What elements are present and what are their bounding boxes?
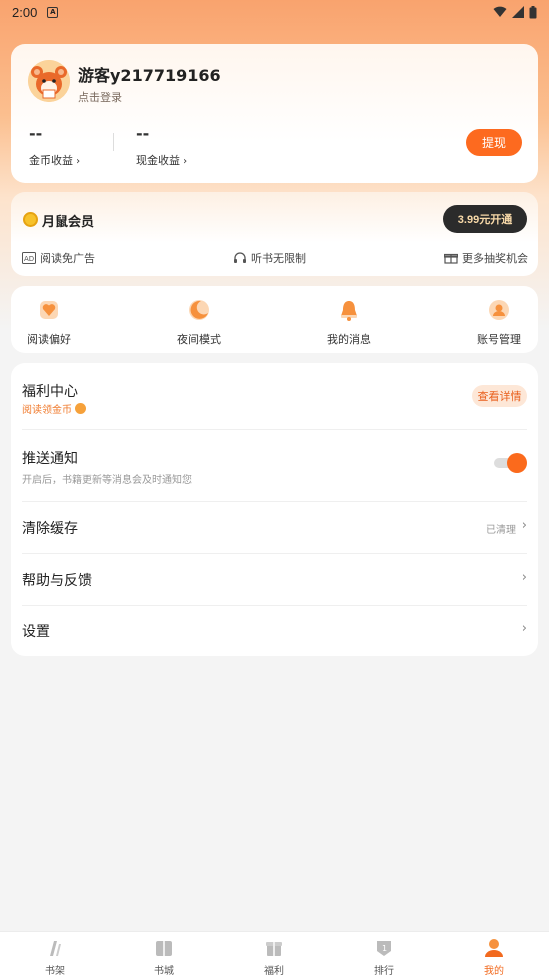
vip-perk-label: 听书无限制 — [251, 252, 306, 265]
quick-actions-card: 阅读偏好 夜间模式 我的消息 账号管理 — [11, 286, 538, 353]
account-management-button[interactable]: 账号管理 — [459, 298, 539, 347]
gift-icon — [444, 253, 458, 264]
welfare-subtitle-text: 阅读领金币 — [22, 405, 72, 416]
cash-earnings-link[interactable]: 现金收益 › — [136, 152, 187, 168]
tab-bookshelf[interactable]: 书架 — [25, 938, 85, 977]
reading-preference-button[interactable]: 阅读偏好 — [9, 298, 89, 347]
settings-row[interactable]: 设置 › — [11, 606, 538, 656]
tab-label: 福利 — [264, 966, 284, 977]
vip-coin-icon — [23, 212, 38, 227]
user-card: 游客y217719166 点击登录 -- 金币收益 › -- 现金收益 › 提现 — [11, 44, 538, 183]
cash-earnings-label: 现金收益 — [136, 154, 180, 167]
chevron-right-icon: › — [521, 518, 527, 533]
clear-cache-row[interactable]: 清除缓存 已清理 › — [11, 502, 538, 553]
stat-divider — [113, 133, 114, 151]
my-messages-button[interactable]: 我的消息 — [309, 298, 389, 347]
night-mode-button[interactable]: 夜间模式 — [159, 298, 239, 347]
settings-list: 福利中心 阅读领金币 查看详情 推送通知 开启后，书籍更新等消息会及时通知您 清… — [11, 363, 538, 656]
tab-label: 我的 — [484, 966, 504, 977]
login-link[interactable]: 点击登录 — [78, 89, 122, 105]
help-feedback-row[interactable]: 帮助与反馈 › — [11, 554, 538, 605]
welfare-center-subtitle: 阅读领金币 — [22, 401, 87, 416]
vip-perk-label: 阅读免广告 — [40, 252, 95, 265]
ranking-icon: 1 — [377, 941, 391, 956]
status-bar: 2:00 A — [0, 0, 549, 24]
bell-icon — [341, 301, 357, 321]
tab-ranking[interactable]: 1 排行 — [354, 938, 414, 977]
ad-icon: AD — [22, 252, 36, 264]
quick-action-label: 夜间模式 — [177, 333, 221, 346]
svg-text:1: 1 — [382, 944, 387, 953]
avatar[interactable] — [28, 60, 70, 102]
avatar-mouse-icon — [28, 60, 70, 102]
push-notification-subtitle: 开启后，书籍更新等消息会及时通知您 — [22, 475, 192, 486]
vip-perk-lottery: 更多抽奖机会 — [444, 250, 528, 266]
status-time: 2:00 — [12, 4, 38, 20]
username[interactable]: 游客y217719166 — [78, 62, 221, 86]
chevron-right-icon: › — [521, 621, 527, 636]
vip-card[interactable]: 月鼠会员 3.99元开通 AD 阅读免广告 听书无限制 更多抽奖机会 — [11, 192, 538, 276]
push-notification-title: 推送通知 — [22, 451, 78, 467]
welfare-icon — [266, 942, 282, 956]
tab-label: 书架 — [45, 966, 65, 977]
welfare-center-title: 福利中心 — [22, 384, 78, 400]
profile-icon — [485, 939, 503, 957]
chevron-right-icon: › — [180, 156, 188, 167]
notification-a-icon: A — [47, 6, 59, 18]
vip-open-button[interactable]: 3.99元开通 — [443, 205, 527, 233]
bookshelf-icon — [50, 941, 61, 956]
moon-icon — [189, 300, 209, 320]
tab-welfare[interactable]: 福利 — [244, 938, 304, 977]
svg-text:AD: AD — [24, 255, 34, 263]
push-notification-toggle[interactable] — [494, 453, 527, 473]
withdraw-button[interactable]: 提现 — [466, 129, 522, 156]
help-feedback-title: 帮助与反馈 — [22, 573, 92, 589]
coin-earnings-link[interactable]: 金币收益 › — [29, 152, 80, 168]
signal-icon — [512, 6, 524, 18]
quick-action-label: 我的消息 — [327, 333, 371, 346]
vip-perk-no-ads: AD 阅读免广告 — [22, 250, 95, 266]
wifi-icon — [493, 6, 507, 17]
battery-icon — [529, 5, 537, 18]
chevron-right-icon: › — [73, 156, 81, 167]
vip-perk-label: 更多抽奖机会 — [462, 252, 528, 265]
clear-cache-title: 清除缓存 — [22, 521, 78, 537]
heart-icon — [40, 301, 58, 319]
tab-label: 排行 — [374, 966, 394, 977]
coin-earnings-value: -- — [29, 124, 43, 143]
coin-icon — [75, 403, 87, 414]
vip-title: 月鼠会员 — [42, 215, 95, 230]
tab-bookstore[interactable]: 书城 — [134, 938, 194, 977]
vip-perk-audiobook: 听书无限制 — [233, 250, 306, 266]
push-notification-row: 推送通知 开启后，书籍更新等消息会及时通知您 — [11, 430, 538, 501]
chevron-right-icon: › — [521, 570, 527, 585]
cash-earnings-value: -- — [136, 124, 150, 143]
bookstore-icon — [156, 941, 172, 956]
welfare-center-row[interactable]: 福利中心 阅读领金币 查看详情 — [11, 363, 538, 429]
quick-action-label: 账号管理 — [477, 333, 521, 346]
settings-title: 设置 — [22, 624, 50, 640]
tab-profile[interactable]: 我的 — [464, 938, 524, 977]
coin-earnings-label: 金币收益 — [29, 154, 73, 167]
view-details-button[interactable]: 查看详情 — [472, 385, 527, 407]
headphones-icon — [234, 252, 246, 263]
tab-label: 书城 — [154, 966, 174, 977]
bottom-tab-bar: 书架 书城 福利 1 排行 我的 — [0, 931, 549, 977]
toggle-knob — [507, 453, 527, 473]
clear-cache-status: 已清理 — [486, 525, 516, 536]
quick-action-label: 阅读偏好 — [27, 333, 71, 346]
user-icon — [489, 300, 509, 320]
